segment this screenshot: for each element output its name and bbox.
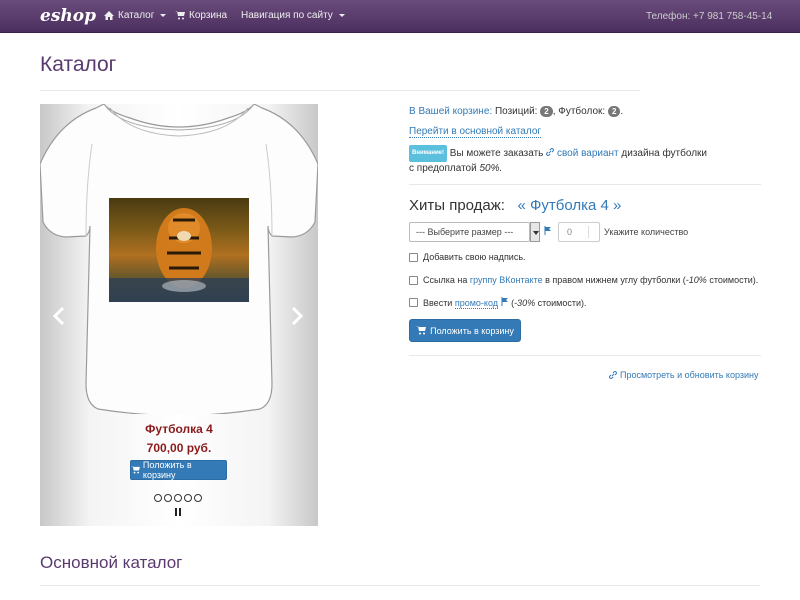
vk-text-b: в правом нижнем углу футболки (	[545, 275, 686, 285]
page-title: Каталог	[40, 53, 117, 76]
carousel-indicator[interactable]	[164, 494, 172, 502]
nav-cart[interactable]: Корзина	[175, 10, 227, 21]
carousel-indicator[interactable]	[194, 494, 202, 502]
nav-site-navigation-label: Навигация по сайту	[241, 10, 333, 21]
custom-design-label: свой вариант	[556, 148, 619, 160]
phone-number: Телефон: +7 981 758-45-14	[646, 11, 773, 22]
promo-code-checkbox[interactable]	[409, 298, 418, 307]
carousel-product-name[interactable]: Футболка 4	[40, 422, 318, 436]
home-icon	[104, 11, 114, 20]
cart-link[interactable]: В Вашей корзине:	[409, 106, 492, 117]
notice-text-2: дизайна футболки	[621, 148, 707, 160]
pause-icon[interactable]	[175, 508, 181, 516]
divider	[409, 184, 761, 185]
size-select[interactable]: --- Выберите размер ---	[409, 222, 530, 242]
quantity-label: Укажите количество	[604, 227, 689, 237]
carousel-indicator[interactable]	[174, 494, 182, 502]
promo-discount: -30%	[514, 298, 536, 308]
cart-icon	[131, 466, 140, 474]
quantity-value: 0	[567, 227, 573, 237]
flag-icon	[544, 226, 551, 235]
promo-text-a: Ввести	[423, 298, 453, 308]
cart-icon	[175, 11, 185, 20]
bestseller-product-link[interactable]: « Футболка 4 »	[518, 197, 622, 214]
add-to-cart-button[interactable]: Положить в корзину	[409, 319, 521, 342]
custom-design-link[interactable]: свой вариант	[546, 148, 621, 159]
bestsellers-label: Хиты продаж:	[409, 197, 505, 214]
brand-logo[interactable]: eshop	[40, 6, 96, 26]
main-catalog-heading: Основной каталог	[40, 553, 183, 572]
carousel-add-to-cart-button[interactable]: Положить в корзину	[130, 460, 227, 480]
notice-text-1: Вы можете заказать	[449, 148, 544, 160]
quantity-stepper[interactable]: 0	[558, 222, 600, 242]
chevron-right-icon	[291, 306, 304, 326]
vk-text-c: стоимости).	[709, 275, 759, 285]
tiger-print-image	[109, 198, 249, 302]
shirts-badge: 2	[607, 106, 621, 117]
vk-text-a: Ссылка на	[423, 275, 468, 285]
promo-text-c: стоимости).	[537, 298, 587, 308]
carousel-add-to-cart-label: Положить в корзину	[142, 460, 192, 480]
divider	[40, 585, 760, 586]
carousel-indicators	[154, 494, 202, 502]
carousel-product-price: 700,00 руб.	[146, 441, 212, 455]
size-select-dropdown-button[interactable]	[530, 222, 540, 242]
shirts-label: Футболок:	[558, 106, 606, 117]
navbar: eshop Каталог Корзина Навигация по сайту…	[0, 0, 800, 33]
option-promo-code[interactable]: Ввести промо-код (-30% стоимости).	[409, 297, 587, 309]
promo-code-link[interactable]: промо-код	[454, 298, 499, 309]
main-catalog-link-row: Перейти в основной каталог	[409, 126, 542, 138]
custom-text-checkbox[interactable]	[409, 252, 418, 262]
vk-link-checkbox[interactable]	[409, 275, 418, 285]
carousel-next-button[interactable]	[290, 302, 304, 333]
prepay-percent: 50%.	[479, 163, 503, 174]
caret-down-icon	[338, 14, 345, 17]
option-vk-link[interactable]: Ссылка на группу ВКонтакте в правом нижн…	[409, 275, 758, 285]
cart-summary: В Вашей корзине: Позиций: 2, Футболок: 2…	[409, 106, 624, 117]
attention-badge: Внимание!	[409, 145, 447, 162]
divider	[409, 355, 761, 356]
add-to-cart-label: Положить в корзину	[430, 325, 514, 336]
vk-discount: -10%	[685, 275, 707, 285]
nav-catalog-label: Каталог	[118, 10, 155, 21]
cart-icon	[416, 326, 427, 335]
option-custom-text[interactable]: Добавить свою надпись.	[409, 252, 526, 262]
nav-catalog[interactable]: Каталог	[104, 10, 167, 21]
flag-icon	[501, 297, 508, 306]
positions-badge: 2	[540, 106, 553, 117]
custom-text-label: Добавить свою надпись.	[423, 252, 526, 262]
carousel-prev-button[interactable]	[52, 302, 66, 333]
link-icon	[546, 148, 555, 157]
view-cart-link[interactable]: Просмотреть и обновить корзину	[609, 370, 758, 380]
positions-label: Позиций:	[494, 106, 538, 117]
spinner-arrows-icon[interactable]	[588, 226, 596, 238]
carousel-indicator[interactable]	[184, 494, 192, 502]
product-carousel: Футболка 4 700,00 руб. Положить в корзин…	[40, 104, 318, 526]
bestsellers-heading: Хиты продаж: « Футболка 4 »	[409, 197, 621, 214]
main-catalog-link[interactable]: Перейти в основной каталог	[409, 126, 542, 138]
nav-cart-label: Корзина	[189, 10, 228, 21]
notice: Внимание! Вы можете заказать свой вариан…	[409, 145, 709, 175]
notice-text-3: с предоплатой	[409, 163, 477, 174]
link-icon	[609, 371, 617, 379]
nav-site-navigation[interactable]: Навигация по сайту	[241, 10, 345, 21]
caret-down-icon	[160, 14, 167, 17]
carousel-indicator[interactable]	[154, 494, 162, 502]
divider	[40, 90, 640, 91]
chevron-left-icon	[52, 306, 65, 326]
vk-group-link[interactable]: группу ВКонтакте	[470, 275, 543, 285]
view-cart-label: Просмотреть и обновить корзину	[620, 370, 759, 380]
